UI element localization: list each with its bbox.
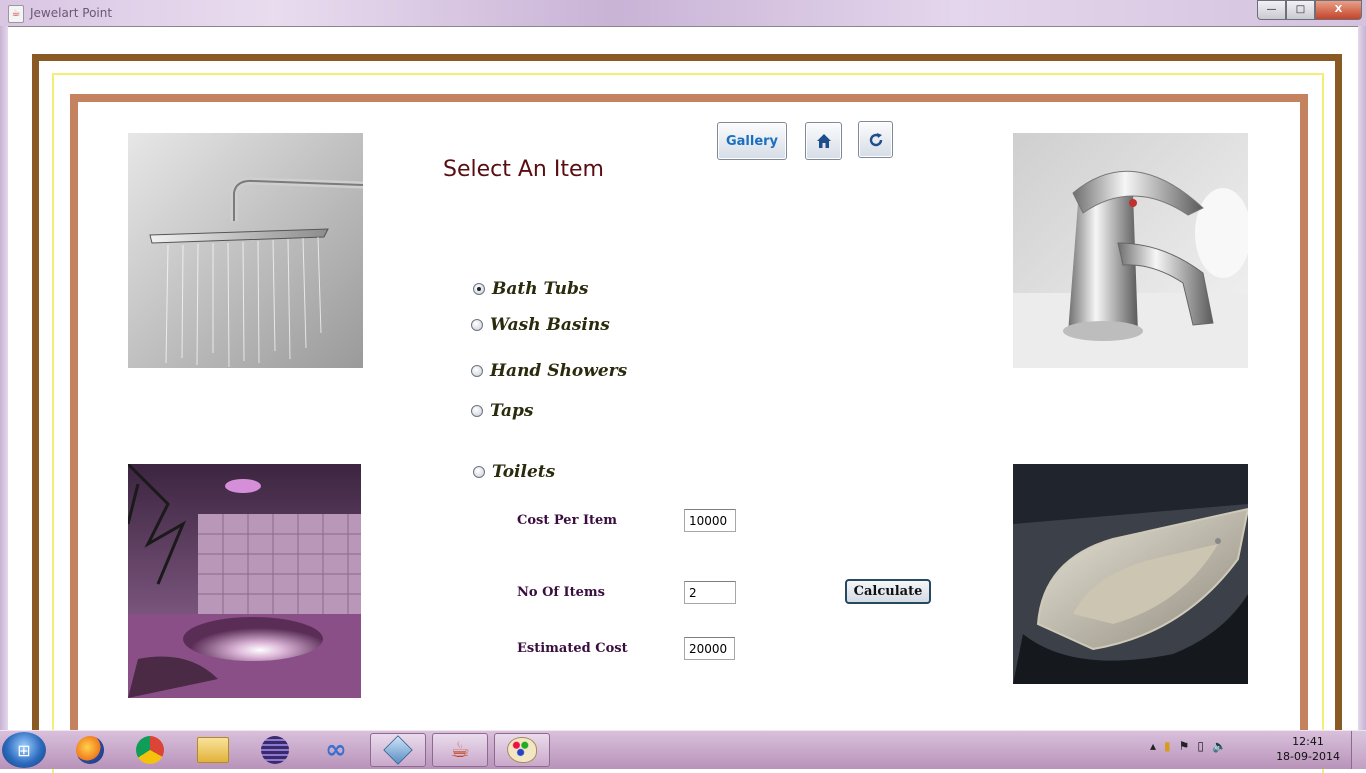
no-of-items-label: No Of Items <box>517 585 605 600</box>
home-button[interactable] <box>805 122 842 160</box>
explorer-icon <box>197 737 229 763</box>
taskbar-java[interactable]: ☕ <box>432 733 488 767</box>
radio-wash-basins[interactable]: Wash Basins <box>471 315 610 335</box>
refresh-icon <box>869 132 882 146</box>
cost-per-item-field[interactable]: 10000 <box>684 509 736 532</box>
gallery-button-label: Gallery <box>725 133 779 149</box>
firefox-icon <box>76 736 104 764</box>
taskbar-eclipse[interactable] <box>247 733 303 767</box>
cost-per-item-label: Cost Per Item <box>517 513 618 528</box>
close-button[interactable]: X <box>1315 0 1362 20</box>
network-icon[interactable]: ▮ <box>1164 739 1171 753</box>
virtualbox-icon <box>383 735 413 765</box>
paint-icon <box>507 737 537 763</box>
radio-label: Wash Basins <box>490 315 610 335</box>
gallery-button[interactable]: Gallery <box>717 122 787 160</box>
maximize-button[interactable]: □ <box>1286 0 1315 20</box>
minimize-button[interactable]: — <box>1257 0 1286 20</box>
taskbar-explorer[interactable] <box>185 733 241 767</box>
clock[interactable]: 12:41 18-09-2014 <box>1276 734 1340 764</box>
estimated-cost-label: Estimated Cost <box>517 641 628 656</box>
java-app-icon: ☕ <box>8 5 24 23</box>
infinity-icon: ∞ <box>325 735 347 765</box>
chrome-icon <box>136 736 164 764</box>
window-controls: — □ X <box>1257 0 1362 20</box>
system-tray: ▴ ▮ ⚑ ▯ 🔈 <box>1150 739 1227 753</box>
radio-button-selected[interactable] <box>473 283 485 295</box>
volume-icon[interactable]: 🔈 <box>1212 739 1227 753</box>
radio-hand-showers[interactable]: Hand Showers <box>471 361 627 381</box>
window-title: Jewelart Point <box>30 6 113 20</box>
no-of-items-field[interactable]: 2 <box>684 581 736 604</box>
basin-photo <box>1013 464 1248 684</box>
tap-photo <box>1013 133 1248 368</box>
java-icon: ☕ <box>450 737 470 763</box>
taskbar: ⊞ ∞ ☕ ▴ ▮ ⚑ ▯ 🔈 12:41 18-09-2014 <box>0 730 1366 769</box>
radio-label: Toilets <box>492 462 556 482</box>
estimated-cost-field[interactable]: 20000 <box>684 637 735 660</box>
window-titlebar: ☕ Jewelart Point — □ X <box>0 0 1366 26</box>
windows-logo-icon: ⊞ <box>17 740 31 760</box>
radio-taps[interactable]: Taps <box>471 401 534 421</box>
home-icon <box>816 134 831 148</box>
show-desktop-button[interactable] <box>1351 731 1366 769</box>
window-left-border <box>0 26 8 730</box>
radio-bath-tubs[interactable]: Bath Tubs <box>473 279 588 299</box>
taskbar-chrome[interactable] <box>122 733 178 767</box>
radio-button[interactable] <box>473 466 485 478</box>
eclipse-icon <box>261 736 289 764</box>
battery-icon[interactable]: ▯ <box>1197 739 1204 753</box>
radio-label: Hand Showers <box>490 361 628 381</box>
window-right-border <box>1358 26 1366 730</box>
radio-label: Taps <box>490 401 534 421</box>
refresh-button[interactable] <box>858 121 893 158</box>
page-title: Select An Item <box>443 157 604 182</box>
radio-button[interactable] <box>471 365 483 377</box>
taskbar-infinity[interactable]: ∞ <box>308 733 364 767</box>
clock-time: 12:41 <box>1292 735 1324 748</box>
start-button[interactable]: ⊞ <box>2 732 46 768</box>
radio-button[interactable] <box>471 405 483 417</box>
radio-label: Bath Tubs <box>492 279 589 299</box>
taskbar-paint[interactable] <box>494 733 550 767</box>
radio-toilets[interactable]: Toilets <box>473 462 555 482</box>
calculate-button[interactable]: Calculate <box>845 579 931 604</box>
action-center-flag-icon[interactable]: ⚑ <box>1179 739 1190 753</box>
show-hidden-icons-icon[interactable]: ▴ <box>1150 739 1156 753</box>
bathroom-photo <box>128 464 361 698</box>
radio-button[interactable] <box>471 319 483 331</box>
shower-photo <box>128 133 363 368</box>
taskbar-virtualbox[interactable] <box>370 733 426 767</box>
clock-date: 18-09-2014 <box>1276 750 1340 763</box>
taskbar-firefox[interactable] <box>62 733 118 767</box>
